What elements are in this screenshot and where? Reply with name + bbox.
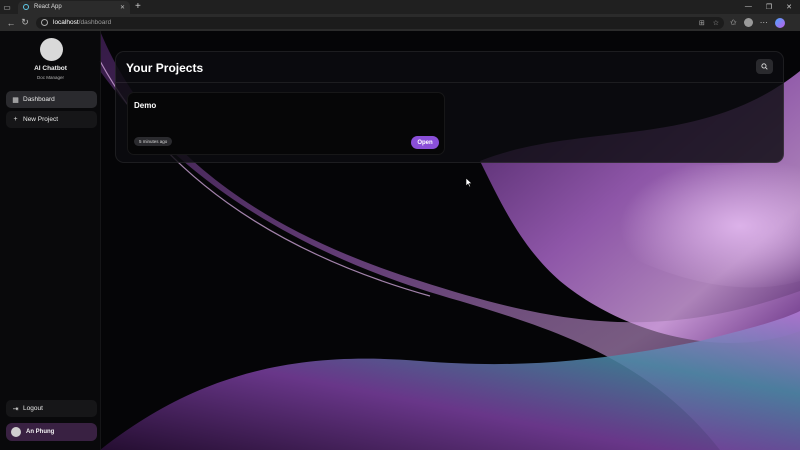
profile-icon[interactable]: [743, 18, 753, 27]
search-button[interactable]: [756, 59, 773, 74]
window-controls: — ❐ ✕: [745, 3, 800, 11]
projects-panel: Your Projects Demo 5 minutes ago Open: [115, 51, 784, 163]
brand-avatar: [40, 38, 63, 61]
favorite-star-icon[interactable]: ☆: [713, 19, 719, 27]
favorites-icon[interactable]: ✩: [730, 18, 737, 27]
sidebar-item-label: New Project: [23, 116, 59, 123]
more-menu-icon[interactable]: ⋯: [760, 18, 768, 27]
plus-icon: +: [13, 116, 18, 123]
browser-tab[interactable]: React App ✕: [18, 0, 130, 14]
browser-tab-title: React App: [34, 4, 62, 10]
user-name: An Phung: [26, 429, 55, 435]
logout-label: Logout: [23, 405, 43, 412]
url-host: localhost: [53, 19, 79, 26]
new-tab-button[interactable]: +: [135, 2, 141, 12]
back-arrow-icon[interactable]: ←: [4, 16, 18, 30]
user-profile[interactable]: An Phung: [6, 423, 97, 441]
dashboard-grid-icon: ▦: [12, 96, 19, 104]
search-icon: [761, 63, 768, 70]
page-viewport: AI Chatbot Doc Manager ▦ Dashboard + New…: [0, 31, 800, 450]
panel-divider: [116, 82, 783, 83]
page-title: Your Projects: [126, 61, 204, 75]
brand-title: AI Chatbot: [34, 65, 67, 72]
avatar: [11, 427, 21, 437]
sidebar-item-label: Dashboard: [23, 96, 55, 103]
mouse-cursor-icon: [466, 178, 473, 188]
project-name: Demo: [134, 101, 157, 110]
sidebar-item-dashboard[interactable]: ▦ Dashboard: [6, 91, 97, 108]
browser-toolbar: ← ↻ localhost/dashboard ⊞ ☆ ✩ ⋯: [0, 14, 800, 31]
brand-subtitle: Doc Manager: [36, 75, 64, 80]
tab-actions-icon[interactable]: ▭: [0, 0, 14, 14]
sidebar-item-new-project[interactable]: + New Project: [6, 111, 97, 128]
minimize-button[interactable]: —: [745, 3, 752, 11]
open-project-button[interactable]: Open: [411, 136, 439, 149]
browser-tab-strip: ▭ React App ✕ + — ❐ ✕: [0, 0, 800, 14]
url-path: /dashboard: [78, 19, 112, 26]
sidebar: AI Chatbot Doc Manager ▦ Dashboard + New…: [0, 31, 101, 450]
logout-icon: ⇥: [12, 405, 19, 413]
window-close-button[interactable]: ✕: [786, 3, 792, 11]
tab-close-icon[interactable]: ✕: [120, 4, 125, 11]
project-card[interactable]: Demo 5 minutes ago Open: [127, 92, 445, 155]
reload-icon[interactable]: ↻: [18, 16, 32, 30]
site-info-icon[interactable]: [41, 19, 48, 26]
address-bar[interactable]: localhost/dashboard ⊞ ☆: [36, 16, 724, 29]
react-favicon-icon: [23, 4, 29, 10]
restore-button[interactable]: ❐: [766, 3, 772, 11]
logout-button[interactable]: ⇥ Logout: [6, 400, 97, 417]
app-install-icon[interactable]: ⊞: [699, 19, 705, 27]
copilot-icon[interactable]: [774, 17, 785, 28]
project-updated-badge: 5 minutes ago: [134, 137, 173, 146]
